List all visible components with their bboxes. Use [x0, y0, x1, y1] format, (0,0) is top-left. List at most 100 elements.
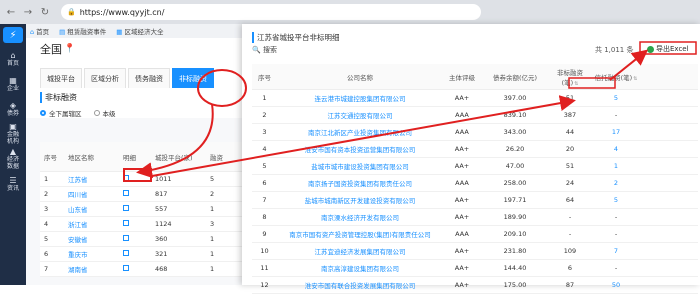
- sidebar-item-home[interactable]: ⌂ 首页: [0, 46, 26, 71]
- region-link[interactable]: 四川省: [68, 189, 120, 199]
- trust-count-cell[interactable]: 17: [591, 128, 641, 136]
- tab-platforms[interactable]: 城投平台: [40, 68, 82, 88]
- table-row[interactable]: 11 南京高淳建设集团有限公司 AA+ 144.40 6 -: [252, 260, 698, 277]
- balance-cell: 839.10: [503, 111, 527, 119]
- detail-checkbox-icon[interactable]: [123, 205, 129, 211]
- sidebar-item-building[interactable]: ▦ 企业: [0, 71, 26, 96]
- trust-count-cell[interactable]: 4: [591, 145, 641, 153]
- tab-region-analysis[interactable]: 区域分析: [84, 68, 126, 88]
- sidebar-item-bank[interactable]: ▣ 金融 机构: [0, 121, 26, 146]
- nonstandard-count-cell: 24: [565, 179, 575, 187]
- detail-checkbox-icon[interactable]: [123, 235, 129, 241]
- table-row[interactable]: 10 江苏宜迪经济发展集团有限公司 AA+ 231.80 109 7: [252, 243, 698, 260]
- trust-count-cell[interactable]: 5: [591, 94, 641, 102]
- trust-count-cell[interactable]: 7: [591, 247, 641, 255]
- company-link[interactable]: 江苏交通控股有限公司: [277, 110, 443, 120]
- radio-all-subordinates[interactable]: 全下属辖区: [40, 108, 82, 118]
- col-rating[interactable]: 主体评级: [443, 72, 481, 82]
- detail-checkbox-icon[interactable]: [123, 190, 129, 196]
- location-pin-icon[interactable]: 📍: [64, 44, 75, 54]
- table-row[interactable]: 1 连云港市城建控股集团有限公司 AA+ 397.00 51 5: [252, 90, 698, 107]
- app-tab-bar: ⌂ 首页 ▤ 租赁融资事件 ▦ 区域经济大全: [26, 24, 242, 38]
- table-row[interactable]: 5 盐城市城市建设投资集团有限公司 AA+ 47.00 51 1: [252, 158, 698, 175]
- table-row[interactable]: 1 江苏省 1011 5: [40, 172, 242, 187]
- region-link[interactable]: 湖南省: [68, 264, 120, 274]
- region-link[interactable]: 浙江省: [68, 219, 120, 229]
- row-index: 5: [262, 162, 267, 170]
- table-row[interactable]: 5 安徽省 360 1: [40, 232, 242, 247]
- detail-checkbox-icon[interactable]: [123, 265, 129, 271]
- region-selector[interactable]: 全国 📍: [26, 38, 242, 60]
- region-link[interactable]: 山东省: [68, 204, 120, 214]
- tab-nonstandard-financing[interactable]: 非标融资: [172, 68, 214, 88]
- detail-checkbox-icon[interactable]: [123, 175, 129, 181]
- col-bond-balance[interactable]: 债券余额(亿元): [481, 72, 549, 82]
- nonstandard-count-cell: -: [568, 213, 572, 221]
- export-excel-button[interactable]: 导出Excel: [647, 44, 689, 54]
- company-link[interactable]: 盐城市城南新区开发建设投资有限公司: [277, 195, 443, 205]
- region-link[interactable]: 江苏省: [68, 174, 120, 184]
- sort-icon[interactable]: ⇅: [633, 76, 637, 82]
- table-row[interactable]: 4 浙江省 1124 3: [40, 217, 242, 232]
- company-link[interactable]: 淮安市国有联合投资发展集团有限公司: [277, 280, 443, 290]
- company-link[interactable]: 淮安市国有资本投资运营集团有限公司: [277, 144, 443, 154]
- forward-arrow-icon[interactable]: →: [21, 5, 35, 19]
- company-link[interactable]: 江苏宜迪经济发展集团有限公司: [277, 246, 443, 256]
- tab-leasing[interactable]: ▤ 租赁融资事件: [59, 26, 106, 36]
- col-region-name: 地区名称: [68, 153, 94, 162]
- detail-checkbox-icon[interactable]: [123, 220, 129, 226]
- table-row[interactable]: 7 盐城市城南新区开发建设投资有限公司 AA+ 197.71 64 5: [252, 192, 698, 209]
- financing-count: 1: [210, 235, 215, 243]
- rating-cell: AA+: [454, 264, 470, 272]
- col-platform-count[interactable]: 城投平台(家): [152, 152, 207, 162]
- row-index: 7: [44, 265, 49, 273]
- company-link[interactable]: 南京江北新区产业投资集团有限公司: [277, 127, 443, 137]
- table-row[interactable]: 3 山东省 557 1: [40, 202, 242, 217]
- table-row[interactable]: 4 淮安市国有资本投资运营集团有限公司 AA+ 26.20 20 4: [252, 141, 698, 158]
- table-row[interactable]: 8 南京溧水经济开发有限公司 AA+ 189.90 - -: [252, 209, 698, 226]
- trust-count-cell[interactable]: 1: [591, 162, 641, 170]
- reload-icon[interactable]: ↻: [38, 5, 52, 19]
- sort-icon[interactable]: ⇅: [574, 81, 578, 87]
- company-link[interactable]: 盐城市城市建设投资集团有限公司: [277, 161, 443, 171]
- company-link[interactable]: 南京高淳建设集团有限公司: [277, 263, 443, 273]
- company-link[interactable]: 南京溧水经济开发有限公司: [277, 212, 443, 222]
- col-nonstandard-count[interactable]: 非标融资(笔)⇅: [549, 67, 591, 87]
- company-link[interactable]: 连云港市城建控股集团有限公司: [277, 93, 443, 103]
- section-title: 非标融资: [40, 92, 242, 103]
- table-row[interactable]: 6 重庆市 321 1: [40, 247, 242, 262]
- col-trust-count[interactable]: 信托融资(笔)⇅: [591, 72, 641, 82]
- company-link[interactable]: 南京市国有资产投资管理控股(集团)有限责任公司: [277, 229, 443, 239]
- region-link[interactable]: 重庆市: [68, 249, 120, 259]
- table-row[interactable]: 7 湖南省 468 1: [40, 262, 242, 277]
- col-company-name: 公司名称: [347, 73, 373, 82]
- table-row[interactable]: 2 四川省 817 2: [40, 187, 242, 202]
- address-bar[interactable]: 🔒 https://www.qyyjt.cn/: [61, 4, 481, 20]
- logo-icon[interactable]: ⚡: [3, 27, 23, 43]
- search-button[interactable]: 🔍 搜索: [252, 45, 277, 55]
- tab-debt-financing[interactable]: 债务融资: [128, 68, 170, 88]
- tab-home[interactable]: ⌂ 首页: [30, 26, 49, 36]
- left-nav: ⚡ ⌂ 首页 ▦ 企业 ◈ 债券 ▣ 金融 机构 ▲ 经济 数据 ☰ 资讯: [0, 24, 26, 285]
- radio-this-level[interactable]: 本级: [93, 108, 116, 118]
- rating-cell: AAA: [455, 128, 469, 136]
- table-row[interactable]: 2 江苏交通控股有限公司 AAA 839.10 387 -: [252, 107, 698, 124]
- table-row[interactable]: 3 南京江北新区产业投资集团有限公司 AAA 343.00 44 17: [252, 124, 698, 141]
- col-financing[interactable]: 融资: [207, 152, 242, 162]
- sidebar-item-bond[interactable]: ◈ 债券: [0, 96, 26, 121]
- sidebar-item-news[interactable]: ☰ 资讯: [0, 171, 26, 196]
- company-link[interactable]: 南京扬子国资投资集团有限责任公司: [277, 178, 443, 188]
- trust-count-cell[interactable]: 2: [591, 179, 641, 187]
- detail-cell: [120, 220, 152, 228]
- trust-count-cell[interactable]: 50: [591, 281, 641, 289]
- sidebar-item-chart[interactable]: ▲ 经济 数据: [0, 146, 26, 171]
- table-row[interactable]: 9 南京市国有资产投资管理控股(集团)有限责任公司 AAA 209.10 - -: [252, 226, 698, 243]
- trust-count-cell[interactable]: 5: [591, 196, 641, 204]
- region-link[interactable]: 安徽省: [68, 234, 120, 244]
- back-arrow-icon[interactable]: ←: [4, 5, 18, 19]
- tab-region-economy[interactable]: ▦ 区域经济大全: [116, 26, 163, 36]
- table-row[interactable]: 12 淮安市国有联合投资发展集团有限公司 AA+ 175.00 87 50: [252, 277, 698, 294]
- table-row[interactable]: 6 南京扬子国资投资集团有限责任公司 AAA 258.00 24 2: [252, 175, 698, 192]
- detail-checkbox-icon[interactable]: [123, 250, 129, 256]
- row-index: 6: [44, 250, 49, 258]
